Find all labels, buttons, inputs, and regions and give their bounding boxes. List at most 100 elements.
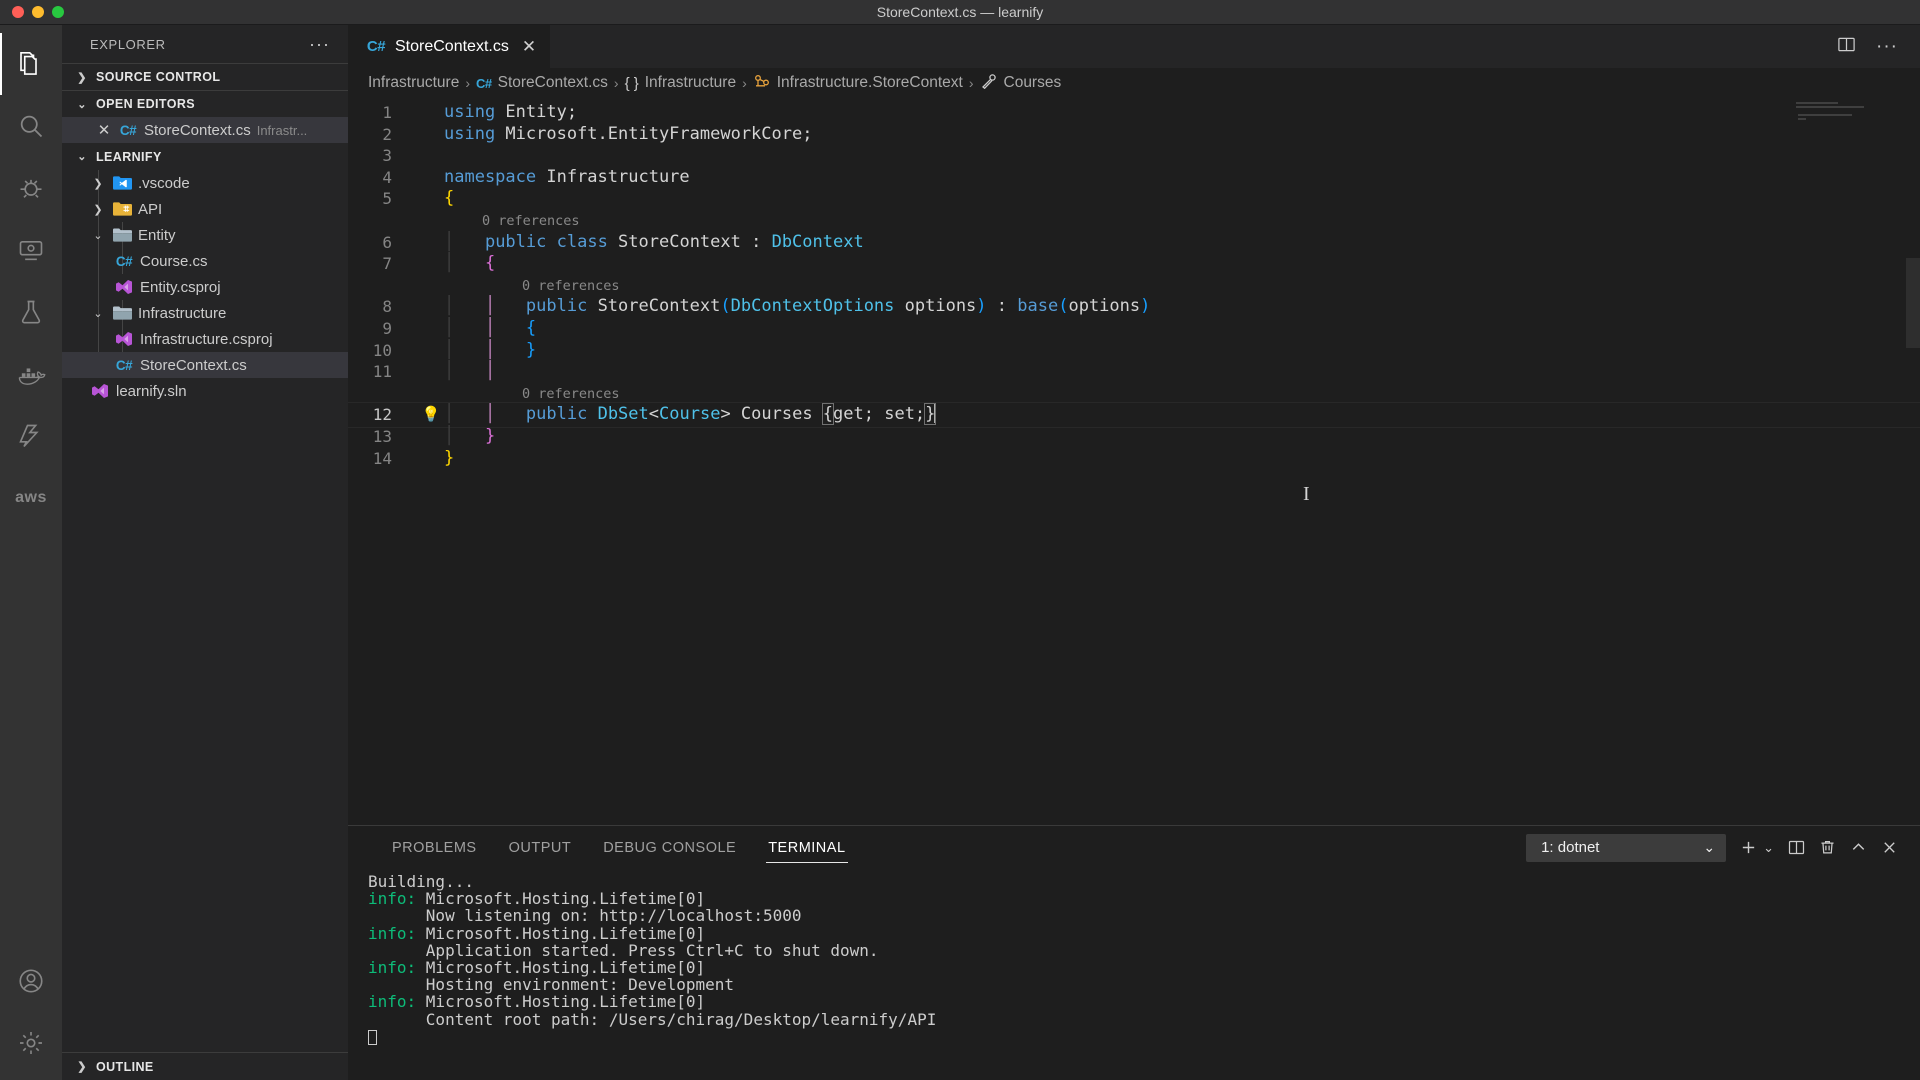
lightbulb-icon[interactable]: 💡 xyxy=(418,404,444,426)
new-terminal-icon[interactable] xyxy=(1740,839,1757,856)
chevron-down-icon: ⌄ xyxy=(77,151,87,163)
tree-item-infrastructure-csproj[interactable]: Infrastructure.csproj xyxy=(62,326,348,352)
tree-item-label: StoreContext.cs xyxy=(140,356,247,374)
open-editor-item-storecontext[interactable]: ✕ C# StoreContext.cs Infrastr... xyxy=(62,117,348,143)
breadcrumb-item-courses[interactable]: Courses xyxy=(980,73,1061,94)
folder-api-icon xyxy=(112,201,132,217)
activity-item-aws[interactable]: aws xyxy=(0,467,62,529)
codelens-references[interactable]: 0 references xyxy=(444,213,580,229)
activity-item-docker[interactable] xyxy=(0,343,62,405)
close-window-button[interactable] xyxy=(12,6,24,18)
breadcrumb-item-class[interactable]: Infrastructure.StoreContext xyxy=(753,73,963,94)
code-line[interactable]: 14 } xyxy=(348,448,1920,470)
code-editor[interactable]: 1 using Entity; 2 using Microsoft.Entity… xyxy=(348,98,1920,825)
code-line[interactable]: 11 │ │ xyxy=(348,361,1920,383)
split-terminal-icon[interactable] xyxy=(1788,839,1805,856)
terminal-info-prefix: info: xyxy=(368,992,426,1012)
activity-item-remote-explorer[interactable] xyxy=(0,219,62,281)
split-editor-icon[interactable] xyxy=(1837,35,1856,59)
code-line[interactable]: 1 using Entity; xyxy=(348,102,1920,124)
sidebar-more-icon[interactable]: ··· xyxy=(309,35,330,53)
code-line[interactable]: 10 │ │ } xyxy=(348,340,1920,362)
terminal-dropdown-icon[interactable]: ⌄ xyxy=(1763,840,1774,856)
tree-item-learnify-sln[interactable]: learnify.sln xyxy=(62,378,348,404)
activity-item-accounts[interactable] xyxy=(0,950,62,1012)
namespace-icon: { } xyxy=(624,74,639,92)
chevron-down-icon: ⌄ xyxy=(93,229,103,242)
tab-debug-console[interactable]: DEBUG CONSOLE xyxy=(587,826,752,869)
line-number: 14 xyxy=(372,448,392,468)
breadcrumb: Infrastructure › C# StoreContext.cs › { … xyxy=(348,68,1920,98)
activity-item-azure[interactable] xyxy=(0,405,62,467)
tab-terminal[interactable]: TERMINAL xyxy=(752,826,861,869)
tab-label: StoreContext.cs xyxy=(395,37,509,55)
code-line[interactable]: 5 { xyxy=(348,188,1920,210)
tab-output[interactable]: OUTPUT xyxy=(493,826,588,869)
sidebar-section-learnify[interactable]: ⌄ LEARNIFY xyxy=(62,143,348,170)
terminal-selector[interactable]: 1: dotnet ⌄ xyxy=(1526,833,1727,862)
more-actions-icon[interactable]: ··· xyxy=(1876,37,1898,56)
code-line[interactable]: 9 │ │ { xyxy=(348,318,1920,340)
activity-item-run-debug[interactable] xyxy=(0,157,62,219)
csharp-icon: C# xyxy=(115,357,133,373)
code-line[interactable]: 2 using Microsoft.EntityFrameworkCore; xyxy=(348,124,1920,146)
minimize-window-button[interactable] xyxy=(32,6,44,18)
window-controls[interactable] xyxy=(0,6,64,18)
code-line[interactable]: 3 xyxy=(348,145,1920,167)
activity-item-test[interactable] xyxy=(0,281,62,343)
sidebar-section-outline[interactable]: ❯ OUTLINE xyxy=(62,1053,348,1080)
activity-item-explorer[interactable] xyxy=(0,33,62,95)
line-content: │ │ { xyxy=(444,317,537,338)
open-editor-label: StoreContext.cs xyxy=(144,121,251,139)
line-number: 8 xyxy=(382,297,392,317)
activity-item-manage[interactable] xyxy=(0,1012,62,1074)
chevron-right-icon: ❯ xyxy=(93,203,103,216)
code-line-current[interactable]: 12 💡 │ │ public DbSet<Course> Courses {g… xyxy=(348,402,1920,428)
tree-item-label: API xyxy=(138,200,163,218)
line-number: 3 xyxy=(382,146,392,166)
codelens-references[interactable]: 0 references xyxy=(444,278,620,294)
tab-problems[interactable]: PROBLEMS xyxy=(376,826,493,869)
activity-item-search[interactable] xyxy=(0,95,62,157)
codelens-row[interactable]: 0 references xyxy=(348,383,1920,405)
codelens-row[interactable]: 0 references xyxy=(348,210,1920,232)
sidebar-section-open-editors[interactable]: ⌄ OPEN EDITORS xyxy=(62,90,348,117)
code-line[interactable]: 4 namespace Infrastructure xyxy=(348,167,1920,189)
codelens-row[interactable]: 0 references xyxy=(348,275,1920,297)
close-icon[interactable]: ✕ xyxy=(522,37,536,57)
tree-item-course-cs[interactable]: C# Course.cs xyxy=(62,248,348,274)
tab-storecontext-cs[interactable]: C# StoreContext.cs ✕ xyxy=(348,25,552,68)
tree-item-api[interactable]: ❯ API xyxy=(62,196,348,222)
sidebar-header: EXPLORER ··· xyxy=(62,25,348,63)
tree-item-label: Entity xyxy=(138,226,176,244)
code-line[interactable]: 8 │ │ public StoreContext(DbContextOptio… xyxy=(348,296,1920,318)
breadcrumb-item-storecontext-cs[interactable]: C# StoreContext.cs xyxy=(476,74,608,92)
breadcrumb-item-namespace[interactable]: { } Infrastructure xyxy=(625,74,737,92)
sidebar-section-source-control[interactable]: ❯ SOURCE CONTROL xyxy=(62,63,348,90)
code-line[interactable]: 6 │ public class StoreContext : DbContex… xyxy=(348,232,1920,254)
tree-item-entity-folder[interactable]: ⌄ Entity xyxy=(62,222,348,248)
code-line[interactable]: 7 │ { xyxy=(348,253,1920,275)
close-icon[interactable]: ✕ xyxy=(96,121,112,139)
codelens-references[interactable]: 0 references xyxy=(444,386,620,402)
debug-icon xyxy=(17,174,45,202)
maximize-panel-icon[interactable] xyxy=(1850,839,1867,856)
section-label: SOURCE CONTROL xyxy=(96,70,221,84)
tree-item-vscode[interactable]: ❯ .vscode xyxy=(62,170,348,196)
breadcrumb-item-infrastructure[interactable]: Infrastructure xyxy=(368,74,459,92)
chevron-right-icon: ❯ xyxy=(77,1061,87,1073)
line-content: │ │ public StoreContext(DbContextOptions… xyxy=(444,296,1151,317)
tree-item-label: Infrastructure xyxy=(138,304,227,322)
kill-terminal-icon[interactable] xyxy=(1819,839,1836,856)
terminal-line: Now listening on: http://localhost:5000 xyxy=(368,906,802,926)
code-line[interactable]: 13 │ } xyxy=(348,426,1920,448)
close-panel-icon[interactable] xyxy=(1881,839,1898,856)
line-number: 5 xyxy=(382,189,392,209)
line-content: namespace Infrastructure xyxy=(444,166,690,187)
tree-item-storecontext-cs[interactable]: C# StoreContext.cs xyxy=(62,352,348,378)
tree-item-entity-csproj[interactable]: Entity.csproj xyxy=(62,274,348,300)
tree-item-infrastructure-folder[interactable]: ⌄ Infrastructure xyxy=(62,300,348,326)
terminal-info-prefix: info: xyxy=(368,889,426,909)
terminal-output[interactable]: Building... info: Microsoft.Hosting.Life… xyxy=(348,869,1920,1080)
maximize-window-button[interactable] xyxy=(52,6,64,18)
